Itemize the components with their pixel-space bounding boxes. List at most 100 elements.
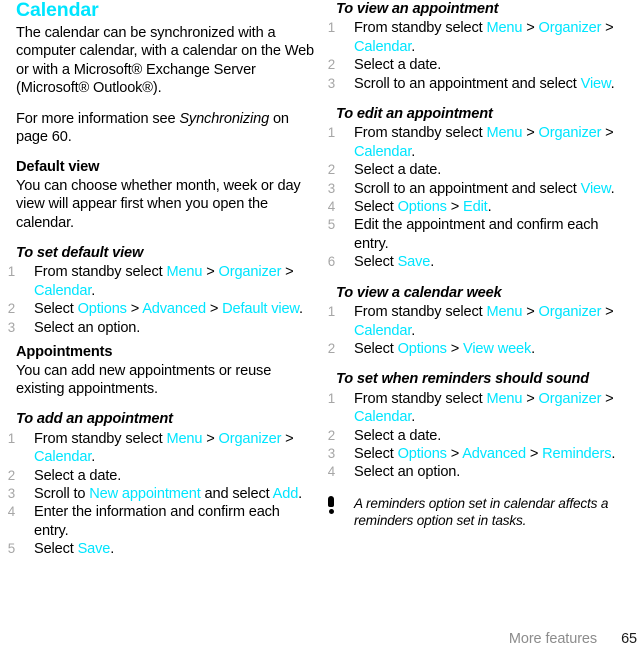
menu-path-link[interactable]: Advanced — [142, 301, 206, 317]
step-text-fragment: Select — [34, 301, 78, 318]
step-text-fragment: . — [411, 322, 416, 339]
step-text-fragment: > — [281, 264, 294, 281]
step-text-fragment: Edit the appointment and confirm each en… — [354, 217, 599, 252]
step-text: Select a date. — [34, 468, 121, 484]
step-text: Select Options > Edit. — [354, 199, 492, 216]
step-text-fragment: From standby select — [34, 430, 167, 447]
step-text-fragment: Select an option. — [354, 464, 461, 481]
step-text-fragment: . — [411, 409, 416, 426]
heading-appointments: Appointments — [16, 344, 113, 361]
page-footer: More features 65 — [0, 630, 637, 648]
menu-path-link[interactable]: Save — [398, 254, 431, 270]
menu-path-link[interactable]: Save — [78, 541, 111, 557]
step-text-fragment: Scroll to an appointment and select — [354, 180, 581, 197]
step-number: 2 — [327, 427, 335, 443]
menu-path-link[interactable]: Add — [273, 486, 299, 502]
menu-path-link[interactable]: Organizer — [539, 391, 602, 407]
step-number: 2 — [7, 301, 15, 317]
step-text-fragment: Select a date. — [34, 467, 122, 484]
step-text-fragment: . — [411, 38, 416, 55]
page-title: Calendar — [16, 0, 99, 21]
step-item: 3 Select Options > Advanced > Reminders. — [328, 445, 636, 463]
menu-path-link[interactable]: Menu — [166, 264, 202, 280]
step-text-fragment: Select — [354, 199, 398, 216]
step-item: 3 Scroll to New appointment and select Ad… — [8, 485, 316, 503]
step-text: Enter the information and confirm each e… — [34, 504, 280, 538]
menu-path-link[interactable]: Calendar — [354, 144, 411, 160]
step-text: Scroll to an appointment and select View… — [354, 181, 615, 197]
step-number: 2 — [327, 340, 335, 356]
step-text-fragment: From standby select — [354, 125, 487, 142]
steps-to-edit-an-appointment: 1 From standby select Menu > Organizer > … — [328, 124, 636, 271]
step-text-fragment: Select — [354, 340, 398, 357]
menu-path-link[interactable]: Options — [398, 341, 447, 357]
menu-path-link[interactable]: Calendar — [354, 39, 411, 55]
menu-path-link[interactable]: Organizer — [219, 431, 282, 447]
step-text-fragment: . — [411, 143, 416, 160]
steps-to-add-an-appointment: 1 From standby select Menu > Organizer > … — [8, 430, 316, 559]
step-item: 1 From standby select Menu > Organizer > … — [328, 124, 636, 161]
menu-path-link[interactable]: View — [581, 76, 611, 92]
step-item: 2 Select a date. — [328, 56, 636, 74]
step-text-fragment: . — [487, 199, 492, 216]
step-item: 3 Select an option. — [8, 319, 316, 337]
menu-path-link[interactable]: Menu — [166, 431, 202, 447]
step-item: 2 Select Options > View week. — [328, 340, 636, 358]
step-text: From standby select Menu > Organizer > C… — [354, 20, 614, 54]
menu-path-link[interactable]: Menu — [486, 20, 522, 36]
steps-to-set-default-view: 1 From standby select Menu > Organizer > … — [8, 263, 316, 337]
menu-path-link[interactable]: Options — [78, 301, 127, 317]
step-item: 6 Select Save. — [328, 253, 636, 271]
step-number: 1 — [327, 125, 335, 141]
step-text: Select Options > Advanced > Default view… — [34, 301, 303, 317]
footer-page-number: 65 — [621, 631, 637, 647]
menu-path-link[interactable]: Options — [398, 199, 447, 215]
step-item: 3 Scroll to an appointment and select Vie… — [328, 180, 636, 198]
step-number: 6 — [327, 254, 335, 270]
step-number: 4 — [327, 464, 335, 480]
step-item: 1 From standby select Menu > Organizer > … — [328, 19, 636, 56]
menu-path-link[interactable]: Advanced — [462, 446, 526, 462]
step-text-fragment: Scroll to — [34, 485, 90, 502]
step-text: Select Options > Advanced > Reminders. — [354, 446, 615, 462]
step-text: From standby select Menu > Organizer > C… — [354, 391, 614, 425]
step-item: 1 From standby select Menu > Organizer > … — [8, 263, 316, 300]
exclamation-icon — [325, 495, 338, 516]
step-text-fragment: . — [610, 180, 615, 197]
menu-path-link[interactable]: View — [581, 181, 611, 197]
menu-path-link[interactable]: New appointment — [89, 486, 200, 502]
step-text: From standby select Menu > Organizer > C… — [354, 304, 614, 338]
step-number: 1 — [327, 20, 335, 36]
step-text-fragment: > — [205, 301, 223, 318]
menu-path-link[interactable]: Menu — [486, 391, 522, 407]
menu-path-link[interactable]: Menu — [486, 304, 522, 320]
step-text: Scroll to an appointment and select View… — [354, 76, 615, 92]
note-text: A reminders option set in calendar affec… — [354, 495, 609, 529]
step-number: 4 — [327, 199, 335, 215]
menu-path-link[interactable]: Organizer — [539, 304, 602, 320]
menu-path-link[interactable]: Menu — [486, 125, 522, 141]
menu-path-link[interactable]: Default view — [222, 301, 299, 317]
step-text-fragment: > — [281, 430, 294, 447]
menu-path-link[interactable]: Options — [398, 446, 447, 462]
step-number: 2 — [327, 57, 335, 73]
menu-path-link[interactable]: Calendar — [34, 283, 91, 299]
step-text: Select Save. — [354, 254, 434, 270]
step-text: Select an option. — [354, 464, 460, 480]
step-item: 4 Enter the information and confirm each … — [8, 503, 316, 540]
menu-path-link[interactable]: Calendar — [354, 409, 411, 425]
menu-path-link[interactable]: View week — [463, 341, 531, 357]
step-item: 4 Select an option. — [328, 463, 636, 481]
menu-path-link[interactable]: Organizer — [539, 125, 602, 141]
menu-path-link[interactable]: Calendar — [354, 323, 411, 339]
step-item: 2 Select Options > Advanced > Default vie… — [8, 300, 316, 318]
step-text: From standby select Menu > Organizer > C… — [34, 431, 294, 465]
step-text-fragment: . — [611, 445, 616, 462]
menu-path-link[interactable]: Organizer — [539, 20, 602, 36]
steps-to-view-an-appointment: 1 From standby select Menu > Organizer > … — [328, 19, 636, 93]
menu-path-link[interactable]: Organizer — [219, 264, 282, 280]
step-number: 1 — [7, 430, 15, 446]
menu-path-link[interactable]: Calendar — [34, 449, 91, 465]
menu-path-link[interactable]: Reminders — [542, 446, 611, 462]
menu-path-link[interactable]: Edit — [463, 199, 488, 215]
